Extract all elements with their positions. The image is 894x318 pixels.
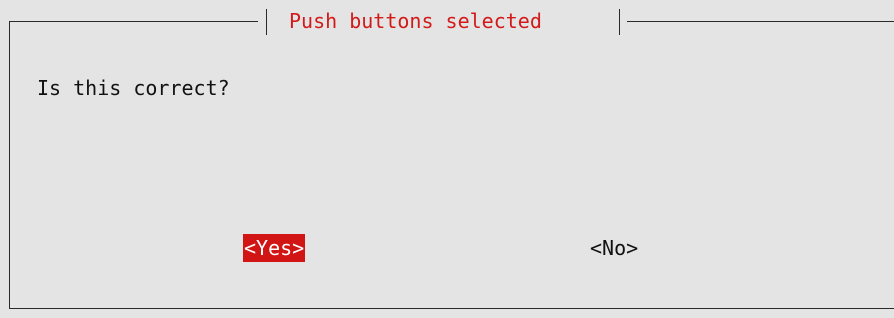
dialog-box: Push buttons selected Is this correct? <… [0,0,894,318]
frame-top-left-border [9,21,258,22]
frame-top-right-border [627,21,894,22]
dialog-message: Is this correct? [37,76,230,100]
title-right-tick [619,9,620,35]
no-button[interactable]: <No> [589,234,639,262]
dialog-title: Push buttons selected [289,9,542,33]
yes-button[interactable]: <Yes> [243,234,306,262]
frame-bottom-border [9,308,894,309]
frame-left-border [9,21,10,309]
title-left-tick [266,9,267,35]
